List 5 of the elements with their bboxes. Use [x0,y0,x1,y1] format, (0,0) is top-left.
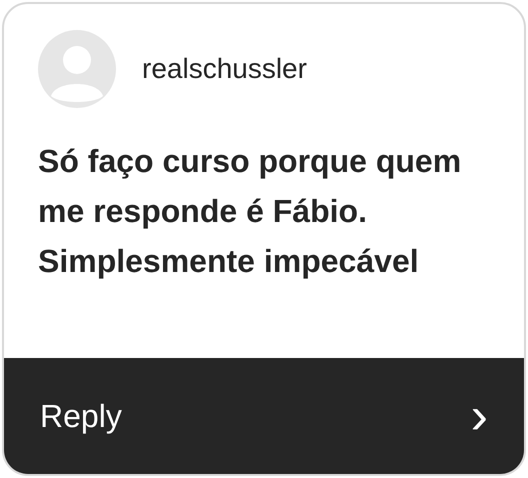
chevron-icon: › [470,390,488,442]
avatar-icon [38,30,116,108]
username: realschussler [142,52,307,86]
comment-text: Só faço curso porque quem me responde é Fábio. Simplesmente impecável [38,142,462,281]
reply-button[interactable]: Reply › [4,358,524,474]
